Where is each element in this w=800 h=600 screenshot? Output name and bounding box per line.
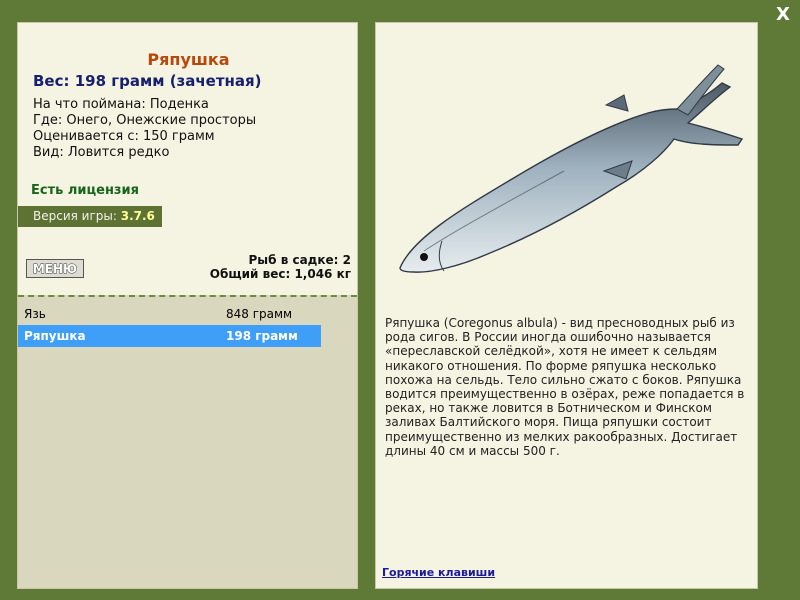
menu-button-label[interactable]: МЕНЮ bbox=[32, 262, 77, 277]
game-window-frame: X Ряпушка Вес: 198 грамм (зачетная) На ч… bbox=[0, 0, 800, 600]
version-label: Версия игры: bbox=[33, 209, 117, 223]
caught-on-text: На что поймана: Поденка bbox=[33, 97, 209, 112]
catch-list-item[interactable]: Язь 848 грамм bbox=[18, 303, 321, 325]
dashed-divider bbox=[18, 295, 357, 297]
catch-weight: 848 грамм bbox=[226, 307, 293, 321]
fish-description: Ряпушка (Coregonus albula) - вид преснов… bbox=[385, 316, 745, 458]
catch-stats: Рыб в садке: 2 Общий вес: 1,046 кг bbox=[210, 253, 351, 281]
catch-weight: 198 грамм bbox=[226, 329, 298, 343]
catch-name: Ряпушка bbox=[24, 329, 86, 343]
license-status: Есть лицензия bbox=[31, 183, 139, 198]
fish-illustration bbox=[399, 64, 744, 273]
fish-count: Рыб в садке: 2 bbox=[248, 253, 352, 267]
kind-text: Вид: Ловится редко bbox=[33, 145, 170, 160]
fish-detail-panel: Ряпушка (Coregonus albula) - вид преснов… bbox=[375, 22, 758, 589]
valued-from-text: Оценивается с: 150 грамм bbox=[33, 129, 215, 144]
fish-weight: Вес: 198 грамм (зачетная) bbox=[33, 72, 262, 90]
close-icon[interactable]: X bbox=[772, 5, 794, 25]
fish-title: Ряпушка bbox=[147, 50, 230, 69]
version-value: 3.7.6 bbox=[120, 209, 155, 223]
total-weight: Общий вес: 1,046 кг bbox=[209, 267, 351, 281]
game-version: Версия игры: 3.7.6 bbox=[18, 206, 162, 227]
location-text: Где: Онего, Онежские просторы bbox=[33, 113, 257, 128]
hotkeys-link[interactable]: Горячие клавиши bbox=[382, 566, 495, 579]
catch-name: Язь bbox=[24, 307, 46, 321]
catch-list-item-selected[interactable]: Ряпушка 198 грамм bbox=[18, 325, 321, 347]
fish-info-panel: Ряпушка Вес: 198 грамм (зачетная) На что… bbox=[17, 22, 358, 589]
menu-button[interactable]: МЕНЮ bbox=[26, 259, 84, 278]
